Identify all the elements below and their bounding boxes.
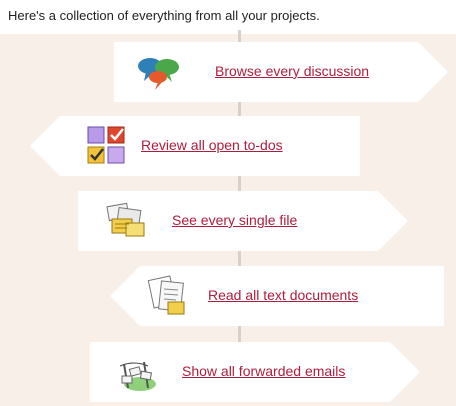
see-files-link[interactable]: See every single file	[172, 212, 297, 228]
todo-checkboxes-icon	[87, 126, 125, 164]
page-heading: Here's a collection of everything from a…	[8, 8, 320, 23]
read-documents-link[interactable]: Read all text documents	[208, 287, 358, 303]
forwarded-emails-icon	[114, 350, 158, 394]
text-documents-icon	[147, 275, 185, 315]
review-todos-link[interactable]: Review all open to-dos	[141, 137, 283, 153]
discussion-card[interactable]: Browse every discussion	[114, 42, 448, 102]
documents-card[interactable]: Read all text documents	[110, 266, 444, 326]
emails-card[interactable]: Show all forwarded emails	[90, 342, 420, 402]
browse-discussions-link[interactable]: Browse every discussion	[215, 63, 369, 79]
todos-card[interactable]: Review all open to-dos	[30, 116, 360, 176]
speech-bubbles-icon	[136, 50, 180, 94]
file-stack-icon	[104, 199, 148, 243]
files-card[interactable]: See every single file	[78, 191, 408, 251]
show-emails-link[interactable]: Show all forwarded emails	[182, 363, 345, 379]
page-canvas: Here's a collection of everything from a…	[0, 0, 456, 406]
